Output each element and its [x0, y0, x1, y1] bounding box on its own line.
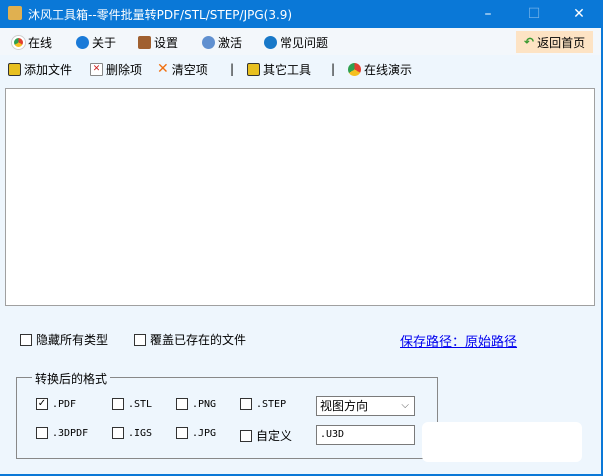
menu-settings[interactable]: 设置: [138, 33, 178, 51]
checkbox-label: 隐藏所有类型: [36, 333, 109, 347]
checkbox-label: .STL: [128, 398, 153, 410]
format-step-checkbox[interactable]: .STEP: [240, 398, 286, 410]
format-3dpdf-checkbox[interactable]: .3DPDF: [36, 427, 88, 439]
checkbox-box: [176, 398, 188, 410]
clear-items-button[interactable]: ✕ 清空项: [157, 60, 208, 78]
menu-online[interactable]: 在线: [12, 33, 52, 51]
toolbar-label: 在线演示: [364, 62, 413, 77]
online-demo-button[interactable]: 在线演示: [348, 60, 412, 78]
checkbox-box: [240, 398, 252, 410]
separator: |: [331, 62, 336, 76]
save-path-link[interactable]: 保存路径：原始路径: [400, 331, 517, 350]
toolbar-label: 清空项: [171, 62, 208, 77]
tools-icon: [138, 35, 151, 49]
back-arrow-icon: ↶: [524, 35, 535, 49]
blank-area: [422, 422, 582, 462]
view-direction-select[interactable]: 视图方向 ⌵: [316, 396, 415, 416]
file-list[interactable]: [5, 88, 595, 306]
format-jpg-checkbox[interactable]: .JPG: [176, 427, 216, 439]
toolbar: 添加文件 ✕ 删除项 ✕ 清空项 | 其它工具 | 在线演示: [0, 55, 601, 83]
select-value: 视图方向: [320, 399, 369, 413]
close-button[interactable]: ✕: [556, 0, 602, 28]
menu-activate[interactable]: 激活: [202, 33, 242, 51]
checkbox-box: [20, 333, 32, 346]
minimize-button[interactable]: –: [465, 0, 511, 28]
format-group-label: 转换后的格式: [32, 370, 111, 387]
format-stl-checkbox[interactable]: .STL: [112, 398, 152, 410]
chevron-down-icon: ⌵: [401, 400, 409, 411]
help-icon: [264, 35, 277, 49]
chrome-icon: [12, 35, 25, 49]
menu-about[interactable]: 关于: [76, 33, 116, 51]
checkbox-label: .IGS: [128, 427, 153, 439]
menu-label: 设置: [154, 35, 179, 50]
checkbox-label: .STEP: [256, 398, 287, 410]
tools-icon: [247, 62, 260, 76]
custom-extension-input[interactable]: .U3D: [316, 425, 415, 445]
format-png-checkbox[interactable]: .PNG: [176, 398, 216, 410]
checkbox-label: 覆盖已存在的文件: [150, 333, 247, 347]
add-file-icon: [8, 62, 21, 76]
menu-label: 常见问题: [280, 35, 329, 50]
checkbox-label: .JPG: [192, 427, 217, 439]
toolbar-label: 其它工具: [263, 62, 312, 77]
maximize-button[interactable]: ☐: [511, 0, 557, 28]
other-tools-button[interactable]: 其它工具: [247, 60, 311, 78]
checkbox-box: [134, 333, 146, 346]
checkbox-box: [176, 427, 188, 439]
checkbox-label: .3DPDF: [52, 427, 89, 439]
format-igs-checkbox[interactable]: .IGS: [112, 427, 152, 439]
info-icon: [76, 35, 89, 49]
checkbox-box: ✓: [36, 398, 48, 410]
checkbox-box: [36, 427, 48, 439]
title-bar: 沐风工具箱--零件批量转PDF/STL/STEP/JPG(3.9) – ☐ ✕: [0, 0, 603, 28]
format-pdf-checkbox[interactable]: ✓ .PDF: [36, 398, 76, 410]
menu-label: 在线: [28, 35, 53, 50]
checkbox-label: .PDF: [52, 398, 77, 410]
format-group: [16, 377, 438, 459]
home-label: 返回首页: [537, 35, 586, 50]
clear-x-icon: ✕: [157, 61, 169, 77]
app-icon: [8, 6, 22, 20]
checkbox-label: .PNG: [192, 398, 217, 410]
toolbar-label: 删除项: [106, 62, 143, 77]
delete-item-button[interactable]: ✕ 删除项: [90, 60, 142, 78]
checkbox-label: 自定义: [256, 429, 293, 443]
key-icon: [202, 35, 215, 49]
overwrite-checkbox[interactable]: 覆盖已存在的文件: [134, 331, 246, 348]
menu-label: 关于: [92, 35, 117, 50]
checkbox-box: [112, 398, 124, 410]
add-file-button[interactable]: 添加文件: [8, 60, 72, 78]
window-title: 沐风工具箱--零件批量转PDF/STL/STEP/JPG(3.9): [28, 8, 293, 22]
delete-file-icon: ✕: [90, 62, 103, 76]
separator: |: [230, 62, 235, 76]
hide-types-checkbox[interactable]: 隐藏所有类型: [20, 331, 108, 348]
home-button[interactable]: ↶ 返回首页: [516, 31, 594, 53]
menu-label: 激活: [218, 35, 243, 50]
format-custom-checkbox[interactable]: 自定义: [240, 427, 292, 444]
checkbox-box: [240, 429, 252, 442]
menu-bar: 在线 关于 设置 激活 常见问题 ↶ 返回首页: [0, 28, 601, 55]
chrome-icon: [348, 62, 361, 76]
checkbox-box: [112, 427, 124, 439]
menu-faq[interactable]: 常见问题: [264, 33, 328, 51]
toolbar-label: 添加文件: [24, 62, 73, 77]
